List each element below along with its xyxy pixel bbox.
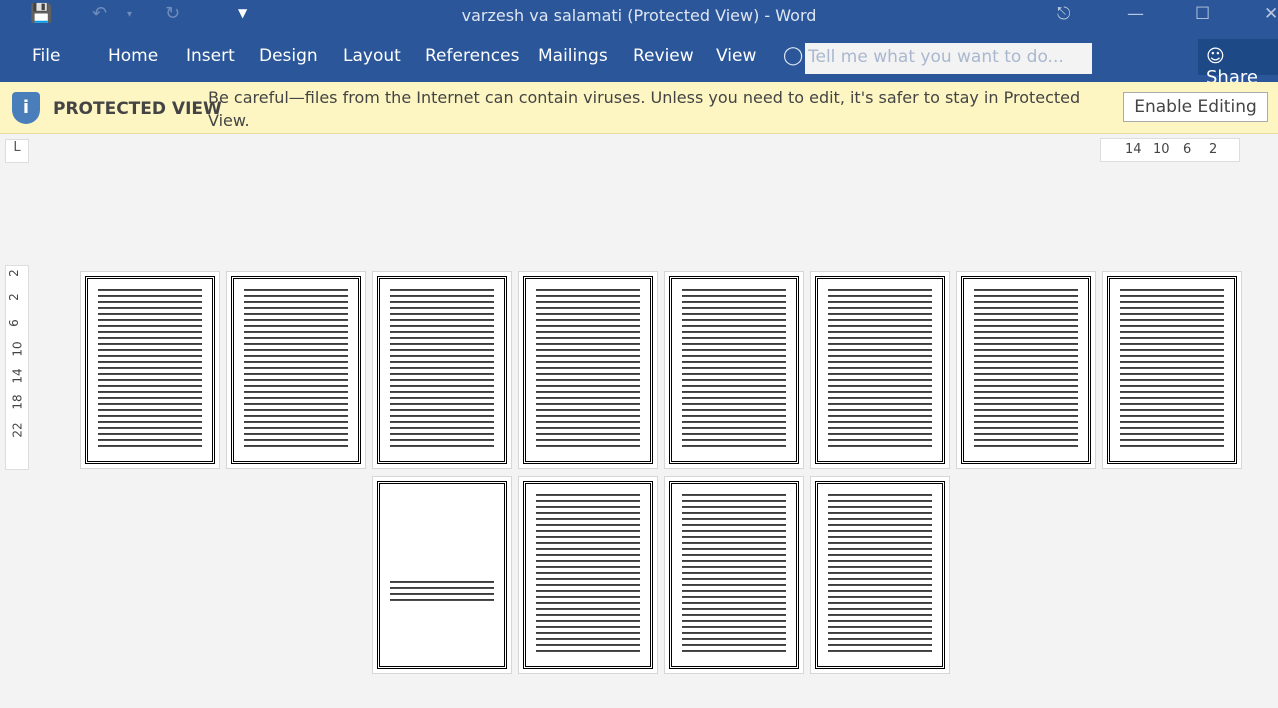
page-text: [390, 579, 494, 605]
page-border: [669, 481, 799, 669]
page-text: [536, 287, 640, 449]
protected-view-message: Be careful—files from the Internet can c…: [208, 88, 1081, 130]
page-thumbnail[interactable]: [372, 476, 512, 674]
page-thumbnail[interactable]: [810, 476, 950, 674]
page-border: [961, 276, 1091, 464]
page-text: [536, 492, 640, 654]
page-text: [390, 287, 494, 449]
ruler-tick: 10: [10, 341, 25, 357]
page-text: [974, 287, 1078, 449]
ruler-tick: 6: [1183, 142, 1192, 157]
page-border: [523, 481, 653, 669]
page-text: [98, 287, 202, 449]
vertical-ruler[interactable]: 2 2 6 10 14 18 22: [5, 265, 29, 470]
page-border: [815, 276, 945, 464]
ruler-tick: 6: [6, 319, 21, 327]
page-text: [1120, 287, 1224, 449]
page-text: [682, 492, 786, 654]
page-border: [669, 276, 799, 464]
tab-references[interactable]: References: [425, 46, 519, 66]
page-thumbnail[interactable]: [810, 271, 950, 469]
page-text: [828, 492, 932, 654]
tab-file[interactable]: File: [32, 46, 60, 66]
page-border: [377, 481, 507, 669]
window-title: varzesh va salamati (Protected View) - W…: [461, 6, 817, 25]
page-border: [815, 481, 945, 669]
shield-info-icon: i: [12, 92, 40, 124]
ruler-tick: 14: [10, 368, 25, 384]
page-text: [682, 287, 786, 449]
page-thumbnail[interactable]: [372, 271, 512, 469]
page-thumbnail[interactable]: [226, 271, 366, 469]
page-text: [828, 287, 932, 449]
page-thumbnail[interactable]: [956, 271, 1096, 469]
ribbon: File Home Insert Design Layout Reference…: [0, 32, 1278, 88]
tab-layout[interactable]: Layout: [343, 46, 401, 66]
page-border: [377, 276, 507, 464]
tab-home[interactable]: Home: [108, 46, 158, 66]
horizontal-ruler[interactable]: 14 10 6 2: [1100, 138, 1240, 162]
tab-selector[interactable]: L: [5, 139, 29, 163]
ruler-tick: 14: [1125, 142, 1142, 157]
page-thumbnail[interactable]: [664, 271, 804, 469]
protected-view-label: PROTECTED VIEW: [53, 99, 222, 119]
title-bar: 💾 ↶ ▾ ↻ ▼ varzesh va salamati (Protected…: [0, 0, 1278, 32]
tab-review[interactable]: Review: [633, 46, 694, 66]
page-thumbnail[interactable]: [518, 271, 658, 469]
person-add-icon: ☺: [1206, 46, 1225, 67]
tab-design[interactable]: Design: [259, 46, 318, 66]
maximize-icon[interactable]: ☐: [1195, 4, 1210, 24]
ruler-tick: 2: [1209, 142, 1218, 157]
page-border: [523, 276, 653, 464]
page-thumbnail[interactable]: [80, 271, 220, 469]
page-thumbnail[interactable]: [518, 476, 658, 674]
ribbon-display-icon[interactable]: ⎋: [1057, 4, 1070, 24]
enable-editing-button[interactable]: Enable Editing: [1123, 92, 1268, 122]
page-text: [244, 287, 348, 449]
page-border: [1107, 276, 1237, 464]
page-thumbnail[interactable]: [1102, 271, 1242, 469]
protected-view-bar: i PROTECTED VIEW Be careful—files from t…: [0, 82, 1278, 134]
ruler-tick: 2: [6, 269, 21, 277]
tab-view[interactable]: View: [716, 46, 756, 66]
minimize-icon[interactable]: —: [1127, 4, 1144, 24]
tab-insert[interactable]: Insert: [186, 46, 235, 66]
page-border: [231, 276, 361, 464]
close-icon[interactable]: ✕: [1264, 4, 1278, 24]
lightbulb-icon: ◯: [783, 45, 804, 66]
page-thumbnail[interactable]: [664, 476, 804, 674]
tab-mailings[interactable]: Mailings: [538, 46, 608, 66]
ruler-tick: 22: [10, 422, 25, 438]
tell-me-input[interactable]: Tell me what you want to do...: [805, 43, 1092, 74]
share-button[interactable]: ☺ Share: [1198, 39, 1278, 88]
ruler-tick: 10: [1153, 142, 1170, 157]
page-border: [85, 276, 215, 464]
ruler-tick: 2: [6, 293, 21, 301]
ruler-tick: 18: [10, 394, 25, 410]
